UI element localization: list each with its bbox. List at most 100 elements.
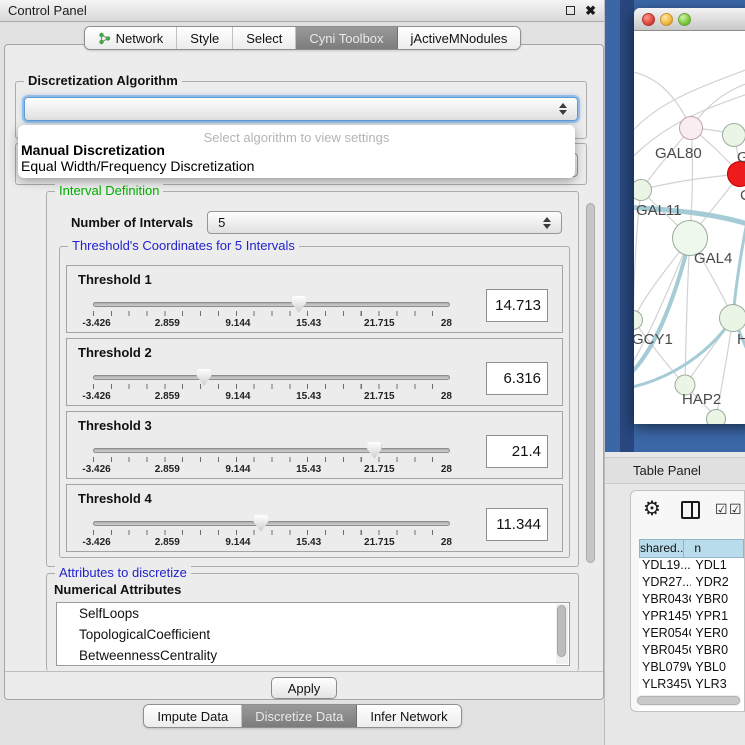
table-header-row: shared... n xyxy=(639,539,744,558)
numerical-attributes-label: Numerical Attributes xyxy=(54,582,181,597)
desktop-background: GAL80 GA C GAL11 GAL4 GCY1 H HAP2 xyxy=(605,0,745,452)
node-gal11[interactable] xyxy=(634,180,652,201)
combo-stepper-icon xyxy=(559,103,567,115)
slider-ticks xyxy=(93,384,450,389)
threshold-2-value-field[interactable] xyxy=(486,362,548,395)
tab-jactivemnodules[interactable]: jActiveMNodules xyxy=(398,27,521,49)
network-window-titlebar[interactable] xyxy=(634,8,745,31)
desktop-shade xyxy=(620,0,634,452)
table-row[interactable]: YLR345WYLR3 xyxy=(639,677,744,694)
table-row[interactable]: YPR145WYPR1 xyxy=(639,609,744,626)
threshold-1-slider[interactable] xyxy=(93,302,450,307)
float-window-icon[interactable] xyxy=(566,6,575,15)
tab-discretize-data[interactable]: Discretize Data xyxy=(242,705,357,727)
tab-infer-network[interactable]: Infer Network xyxy=(357,705,460,727)
tab-select[interactable]: Select xyxy=(233,27,296,49)
dropdown-option-equal-width-frequency[interactable]: Equal Width/Frequency Discretization xyxy=(18,158,575,174)
attributes-group: Attributes to discretize Numerical Attri… xyxy=(46,573,579,671)
node-right-mid[interactable] xyxy=(720,305,745,332)
cyni-toolbox-panel: Discretization Algorithm Table Data galF… xyxy=(4,44,604,700)
network-view-window: GAL80 GA C GAL11 GAL4 GCY1 H HAP2 xyxy=(634,8,745,424)
network-canvas[interactable]: GAL80 GA C GAL11 GAL4 GCY1 H HAP2 xyxy=(634,31,745,424)
close-icon[interactable]: ✖ xyxy=(585,4,596,17)
threshold-1-panel: Threshold 1 -3.4262.8599.14415.4321.7152… xyxy=(66,265,563,333)
checkbox-icon[interactable]: ☑ xyxy=(715,502,728,516)
apply-button[interactable]: Apply xyxy=(271,677,337,699)
table-row[interactable]: YBL079WYBL0 xyxy=(639,660,744,677)
node-labels: GAL80 GA C GAL11 GAL4 GCY1 H HAP2 xyxy=(634,145,745,408)
threshold-2-slider[interactable] xyxy=(93,375,450,380)
table-row[interactable]: YBR043CYBR0 xyxy=(639,592,744,609)
tab-impute-data[interactable]: Impute Data xyxy=(144,705,242,727)
interval-definition-group: Interval Definition Number of Intervals … xyxy=(46,191,579,567)
table-row[interactable]: YDR27...YDR2 xyxy=(639,575,744,592)
threshold-4-value-field[interactable] xyxy=(486,508,548,541)
table-panel-body: ⚙ ☑ ☑ shared... n YDL19...YDL1 YDR27...Y… xyxy=(630,490,745,712)
column-header-shared-name[interactable]: shared... xyxy=(639,539,684,558)
table-panel-toolbar: ⚙ ☑ ☑ xyxy=(631,491,744,531)
node-label: C xyxy=(740,187,745,204)
node-top-right[interactable] xyxy=(723,124,745,147)
node-label: GAL4 xyxy=(694,250,732,267)
group-title-discretization-algorithm: Discretization Algorithm xyxy=(24,73,182,88)
control-panel-titlebar: Control Panel ✖ xyxy=(0,0,604,22)
column-header-name[interactable]: n xyxy=(684,539,744,558)
group-title-thresholds: Threshold's Coordinates for 5 Intervals xyxy=(68,238,299,253)
tab-cyni-toolbox[interactable]: Cyni Toolbox xyxy=(296,27,397,49)
table-row[interactable]: YDL19...YDL1 xyxy=(639,558,744,575)
slider-ticks xyxy=(93,457,450,462)
node-label: H xyxy=(737,331,745,348)
tab-network[interactable]: Network xyxy=(85,27,178,49)
settings-gear-icon[interactable]: ⚙ xyxy=(643,499,661,519)
table-panel-titlebar: Table Panel xyxy=(605,457,745,484)
node-label: GAL11 xyxy=(636,202,682,219)
slider-ticks xyxy=(93,530,450,535)
table-horizontal-scrollbar[interactable] xyxy=(636,695,741,706)
algorithm-combobox[interactable] xyxy=(24,97,578,121)
node-label: GA xyxy=(737,149,745,166)
list-item[interactable]: BetweennessCentrality xyxy=(57,645,569,666)
list-item[interactable]: TopologicalCoefficient xyxy=(57,624,569,645)
combo-stepper-icon xyxy=(543,217,551,229)
tab-style[interactable]: Style xyxy=(177,27,233,49)
mac-zoom-button[interactable] xyxy=(678,13,691,26)
threshold-3-value-field[interactable] xyxy=(486,435,548,468)
threshold-3-slider[interactable] xyxy=(93,448,450,453)
column-layout-icon[interactable] xyxy=(681,501,700,519)
bottom-tab-bar: Impute Data Discretize Data Infer Networ… xyxy=(0,704,605,728)
panel-title: Control Panel xyxy=(8,3,87,18)
threshold-1-value-field[interactable] xyxy=(486,289,548,322)
table-panel-region: Table Panel ⚙ ☑ ☑ shared... n YDL19...YD… xyxy=(605,452,745,745)
checkbox-icon[interactable]: ☑ xyxy=(729,502,742,516)
threshold-4-slider[interactable] xyxy=(93,521,450,526)
right-side: GAL80 GA C GAL11 GAL4 GCY1 H HAP2 Table … xyxy=(605,0,745,745)
list-scrollbar[interactable] xyxy=(556,604,568,664)
mac-close-button[interactable] xyxy=(642,13,655,26)
threshold-2-panel: Threshold 2 -3.4262.8599.14415.4321.7152… xyxy=(66,338,563,406)
threshold-4-panel: Threshold 4 -3.4262.8599.14415.4321.7152… xyxy=(66,484,563,552)
network-icon xyxy=(98,32,111,45)
node-label: GCY1 xyxy=(634,331,673,348)
group-title-attributes: Attributes to discretize xyxy=(55,565,191,580)
screenshot-root: Control Panel ✖ Network xyxy=(0,0,745,745)
panel-scrollbar[interactable] xyxy=(584,191,598,669)
node-gal80[interactable] xyxy=(680,117,703,140)
node-bottom[interactable] xyxy=(707,410,726,425)
list-item[interactable]: SelfLoops xyxy=(57,603,569,624)
node-gcy1[interactable] xyxy=(634,311,643,330)
thresholds-group: Threshold's Coordinates for 5 Intervals … xyxy=(59,246,570,558)
numerical-attributes-list: SelfLoops TopologicalCoefficient Between… xyxy=(56,602,570,666)
node-label: GAL80 xyxy=(655,145,702,162)
dropdown-placeholder: Select algorithm to view settings xyxy=(18,125,575,142)
control-panel-window: Control Panel ✖ Network xyxy=(0,0,605,745)
number-of-intervals-label: Number of Intervals xyxy=(71,215,193,230)
separator xyxy=(5,671,603,672)
node-table: shared... n YDL19...YDL1 YDR27...YDR2 YB… xyxy=(639,539,744,711)
number-of-intervals-combobox[interactable]: 5 xyxy=(207,211,562,234)
mac-minimize-button[interactable] xyxy=(660,13,673,26)
top-tab-bar: Network Style Select Cyni Toolbox jActiv… xyxy=(0,26,605,50)
table-row[interactable]: YER054CYER0 xyxy=(639,626,744,643)
table-row[interactable]: YBR045CYBR0 xyxy=(639,643,744,660)
algorithm-dropdown-popup: Select algorithm to view settings Manual… xyxy=(18,125,575,178)
threshold-3-panel: Threshold 3 -3.4262.8599.14415.4321.7152… xyxy=(66,411,563,479)
